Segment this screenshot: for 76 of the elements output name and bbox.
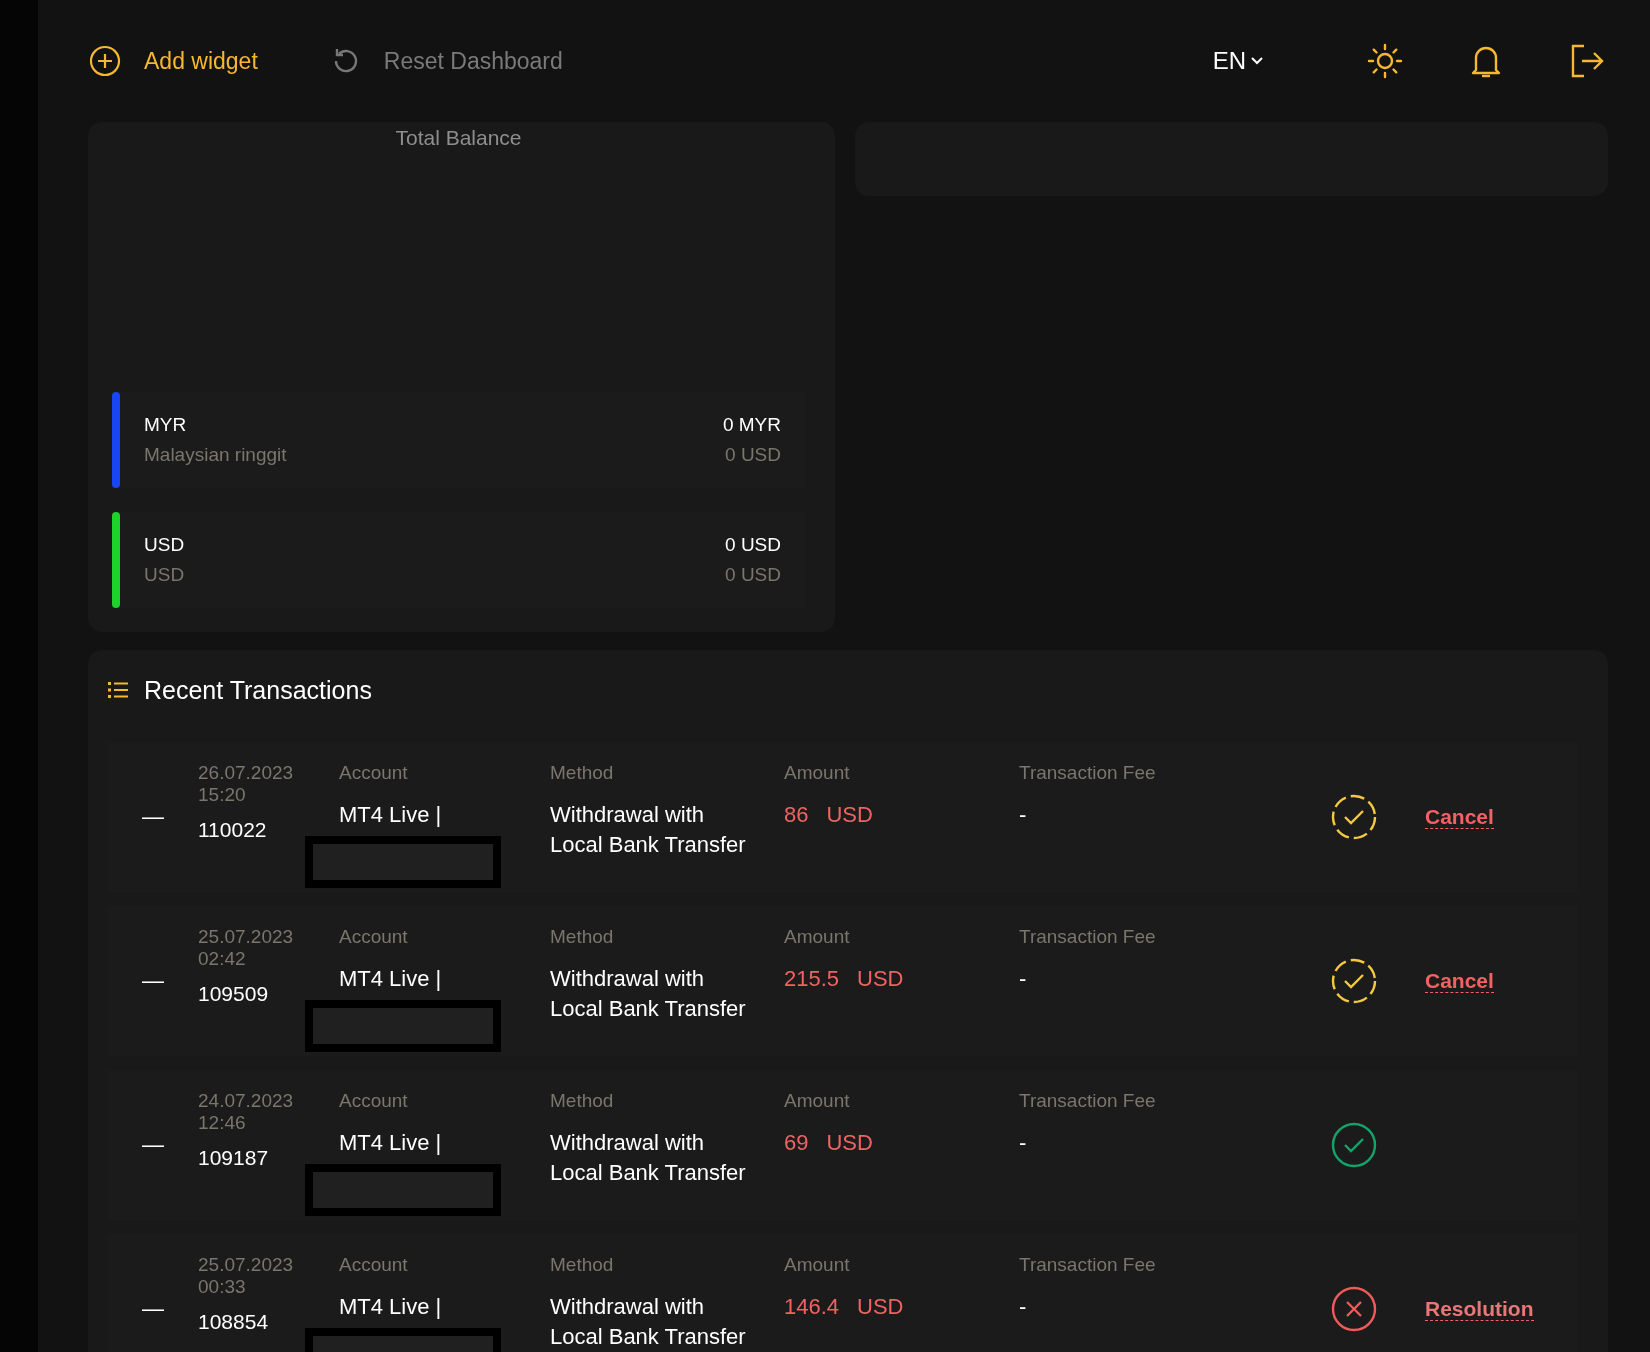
card-title: Total Balance (394, 126, 523, 150)
currency-code: USD (144, 534, 186, 556)
fee-value: - (1019, 801, 1028, 829)
transaction-time: 12:46 (198, 1112, 247, 1134)
field-label: Method (550, 926, 615, 948)
method-value: Withdrawal with Local Bank Transfer (550, 1129, 747, 1187)
currency-value: USD (826, 801, 873, 829)
transaction-id: 108854 (198, 1310, 270, 1334)
transaction-date: 24.07.2023 (198, 1090, 295, 1112)
chevron-down-icon (1250, 56, 1264, 66)
error-circle-icon (1330, 1285, 1378, 1333)
check-circle-icon (1330, 1121, 1378, 1169)
transaction-id: 109509 (198, 982, 270, 1006)
amount-value: 215.5 (784, 965, 840, 993)
fee-value: - (1019, 965, 1028, 993)
field-label: Transaction Fee (1019, 1090, 1157, 1112)
method-value: Withdrawal with Local Bank Transfer (550, 801, 747, 859)
field-label: Transaction Fee (1019, 1254, 1157, 1276)
collapse-toggle[interactable]: — (108, 968, 198, 994)
field-label: Amount (784, 762, 851, 784)
currency-name: USD (144, 564, 186, 586)
fee-value: - (1019, 1129, 1028, 1157)
transaction-id: 109187 (198, 1146, 270, 1170)
method-value: Withdrawal with Local Bank Transfer (550, 1293, 747, 1351)
transaction-date: 25.07.2023 (198, 926, 295, 948)
list-icon (108, 681, 128, 699)
account-value: MT4 Live | (339, 801, 443, 829)
sun-icon[interactable] (1366, 42, 1404, 80)
currency-value: USD (857, 1293, 904, 1321)
collapse-toggle[interactable]: — (108, 804, 198, 830)
account-value: MT4 Live | (339, 965, 443, 993)
currency-code: MYR (144, 414, 188, 436)
collapse-toggle[interactable]: — (108, 1296, 198, 1322)
field-label: Amount (784, 926, 851, 948)
pending-check-icon (1330, 793, 1378, 841)
pending-check-icon (1330, 957, 1378, 1005)
method-value: Withdrawal with Local Bank Transfer (550, 965, 747, 1023)
field-label: Amount (784, 1254, 851, 1276)
reset-dashboard-button[interactable]: Reset Dashboard (327, 44, 563, 78)
field-label: Account (339, 762, 409, 784)
transaction-date: 25.07.2023 (198, 1254, 295, 1276)
add-widget-button[interactable]: Add widget (88, 44, 258, 78)
amount-value: 69 (784, 1129, 809, 1157)
transaction-date: 26.07.2023 (198, 762, 295, 784)
cancel-link[interactable]: Cancel (1425, 805, 1494, 829)
currency-value: USD (857, 965, 904, 993)
transaction-time: 02:42 (198, 948, 247, 970)
usd-amount: 0 USD (725, 444, 781, 466)
currency-name: Malaysian ringgit (144, 444, 288, 466)
field-label: Method (550, 1090, 615, 1112)
transaction-time: 15:20 (198, 784, 247, 806)
resolution-link[interactable]: Resolution (1425, 1297, 1534, 1321)
amount-value: 86 (784, 801, 809, 829)
section-title: Recent Transactions (144, 675, 372, 705)
collapse-toggle[interactable]: — (108, 1132, 198, 1158)
transaction-time: 00:33 (198, 1276, 247, 1298)
field-label: Amount (784, 1090, 851, 1112)
field-label: Method (550, 1254, 615, 1276)
field-label: Method (550, 762, 615, 784)
field-label: Transaction Fee (1019, 762, 1157, 784)
transaction-id: 110022 (198, 818, 268, 842)
currency-value: USD (826, 1129, 873, 1157)
field-label: Account (339, 1090, 409, 1112)
usd-amount: 0 USD (725, 564, 781, 586)
amount-value: 146.4 (784, 1293, 840, 1321)
language-selector[interactable]: EN (1212, 47, 1264, 75)
fee-value: - (1019, 1293, 1028, 1321)
currency-amount: 0 MYR (722, 414, 781, 436)
account-value: MT4 Live | (339, 1129, 443, 1157)
field-label: Account (339, 1254, 409, 1276)
field-label: Account (339, 926, 409, 948)
currency-amount: 0 USD (725, 534, 781, 556)
account-value: MT4 Live | (339, 1293, 443, 1321)
field-label: Transaction Fee (1019, 926, 1157, 948)
add-circle-icon (88, 44, 122, 78)
cancel-link[interactable]: Cancel (1425, 969, 1494, 993)
